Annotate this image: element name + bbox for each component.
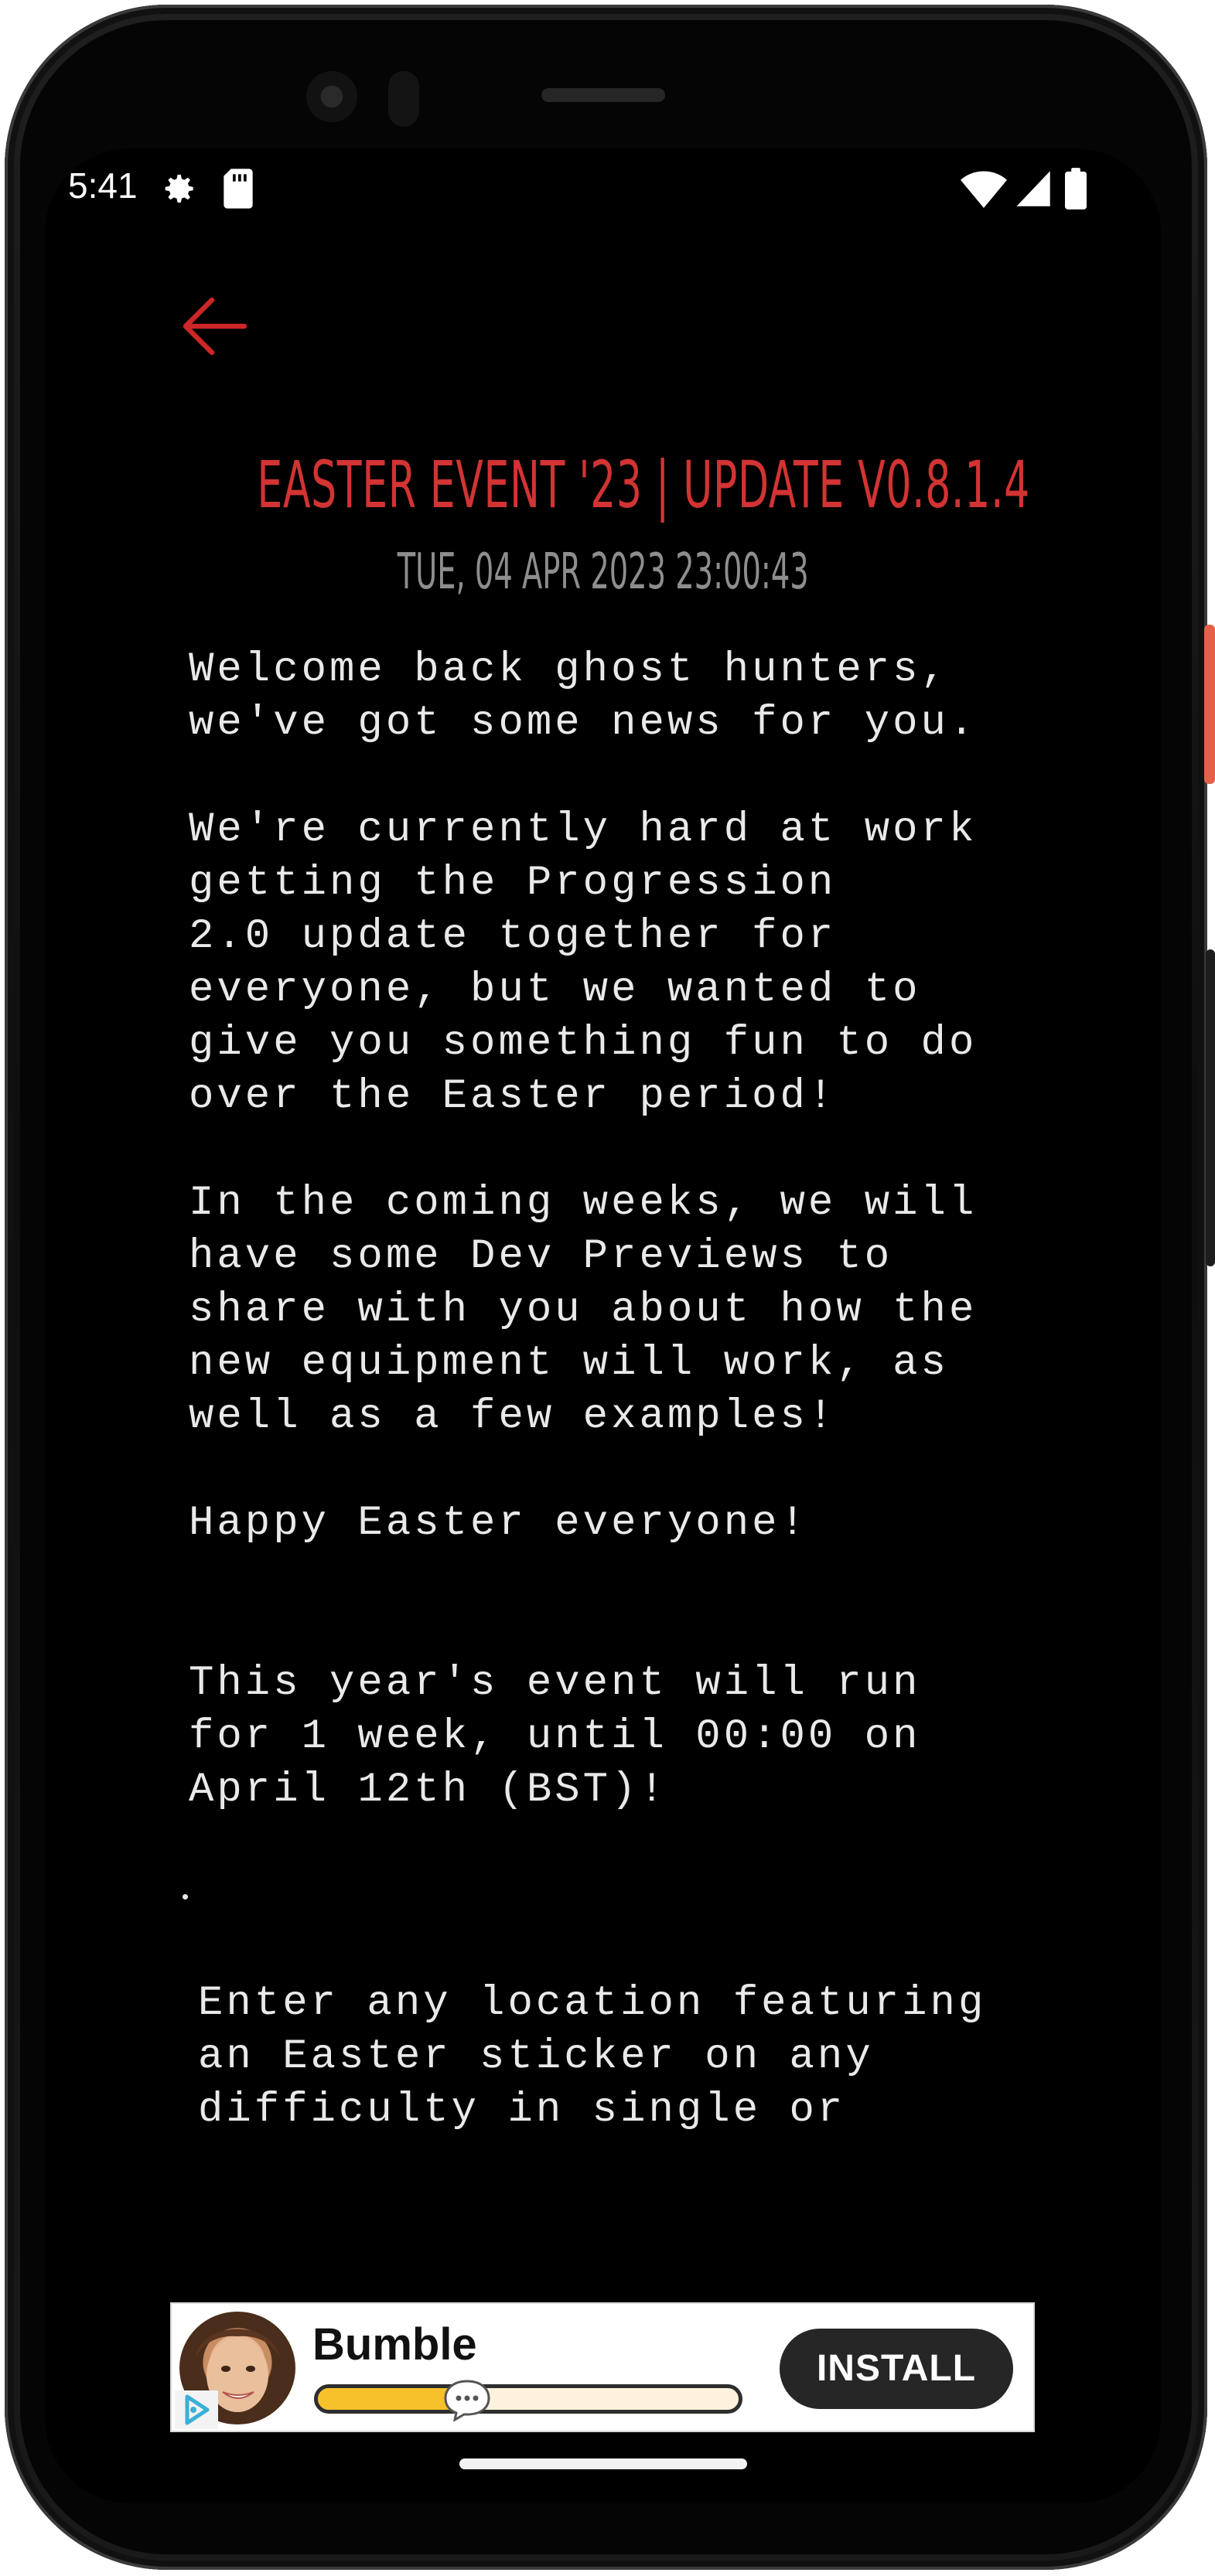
bullet-dot-icon xyxy=(183,1894,188,1900)
device-frame: 5:41 EASTER EVENT '23 | UPDATE V0.8.1.4 … xyxy=(0,0,1215,2576)
wifi-icon xyxy=(961,171,1007,208)
volume-button xyxy=(1206,949,1215,1266)
front-camera xyxy=(306,71,357,122)
article-body: Welcome back ghost hunters, we've got so… xyxy=(183,643,1070,2137)
ad-progress-bar xyxy=(314,2384,742,2414)
settings-gear-icon xyxy=(165,175,193,203)
bullet-item-text: Enter any location featuring an Easter s… xyxy=(198,1980,987,2134)
status-time: 5:41 xyxy=(68,165,138,206)
arrow-left-icon[interactable] xyxy=(176,288,254,365)
paragraph-progression: We're currently hard at work getting the… xyxy=(189,806,978,1120)
bullet-item: Enter any location featuring an Easter s… xyxy=(183,1870,1070,2137)
article-title: EASTER EVENT '23 | UPDATE V0.8.1.4 xyxy=(257,447,1030,523)
battery-icon xyxy=(1065,168,1087,210)
chat-bubble-icon xyxy=(444,2380,490,2421)
sd-card-icon xyxy=(224,169,253,209)
home-indicator[interactable] xyxy=(459,2458,747,2469)
paragraph-dev-previews: In the coming weeks, we will have some D… xyxy=(189,1180,978,1440)
earpiece-speaker xyxy=(541,88,665,102)
paragraph-happy-easter: Happy Easter everyone! xyxy=(189,1500,808,1547)
ad-progress-fill xyxy=(318,2388,449,2410)
screen: 5:41 EASTER EVENT '23 | UPDATE V0.8.1.4 … xyxy=(45,148,1161,2503)
article-date: TUE, 04 APR 2023 23:00:43 xyxy=(397,543,809,601)
power-button xyxy=(1204,625,1215,784)
ad-choices-icon[interactable] xyxy=(175,2390,218,2429)
cell-signal-icon xyxy=(1016,171,1050,206)
ad-banner[interactable]: Bumble INSTALL xyxy=(170,2302,1035,2432)
paragraph-event-dates: This year's event will run for 1 week, u… xyxy=(189,1660,921,1814)
proximity-sensor xyxy=(388,71,419,127)
paragraph-welcome: Welcome back ghost hunters, we've got so… xyxy=(189,646,978,747)
ad-app-name[interactable]: Bumble xyxy=(312,2319,477,2370)
ad-install-button[interactable]: INSTALL xyxy=(780,2329,1013,2409)
